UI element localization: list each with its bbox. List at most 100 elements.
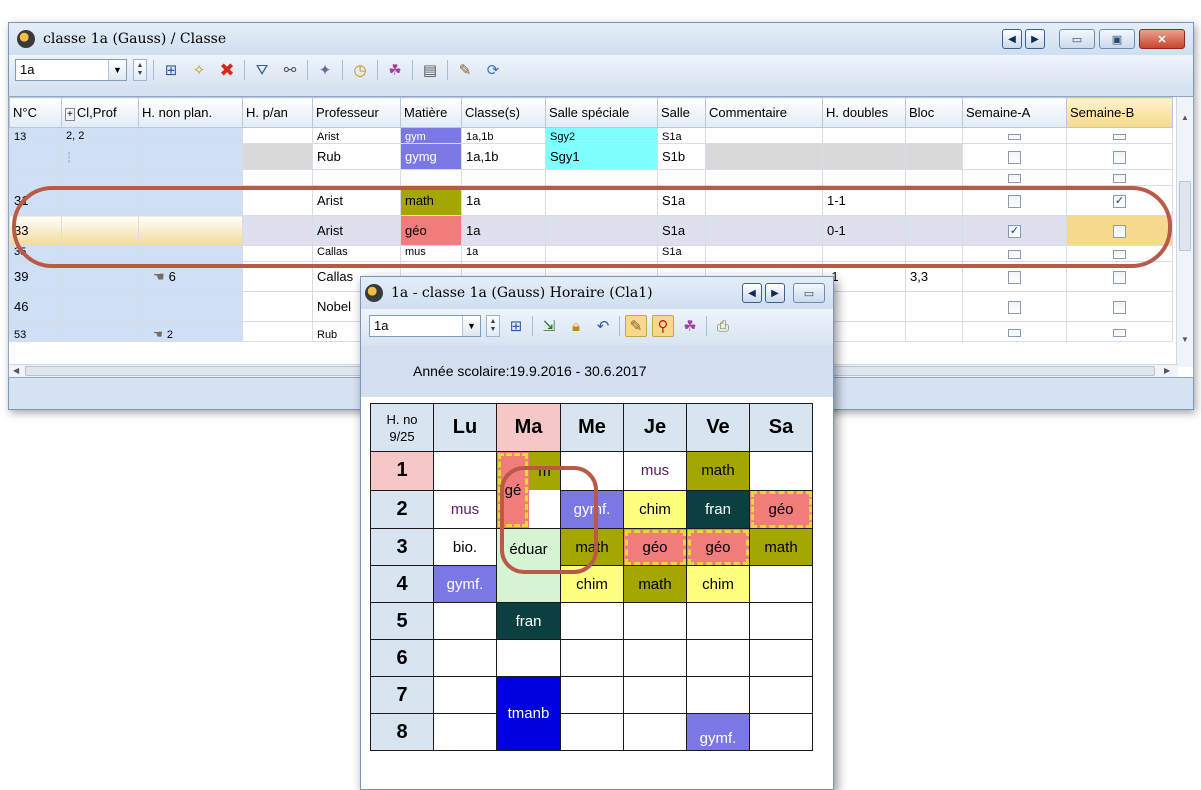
scroll-left-icon[interactable]: ◀ (13, 366, 19, 375)
lesson-math-week-b[interactable]: m (529, 452, 560, 490)
minimize-button[interactable]: ▭ (1059, 29, 1095, 49)
class-spinner[interactable]: ▲ ▼ (133, 59, 147, 81)
lesson-cell-empty[interactable] (433, 639, 497, 677)
palette-icon[interactable]: ✎ (625, 315, 647, 337)
cell-semaine-b[interactable] (1066, 261, 1173, 292)
cell-semaine-b[interactable] (1066, 321, 1173, 342)
chevron-down-icon[interactable]: ▼ (108, 60, 126, 80)
cell-semaine-a[interactable]: ✓ (962, 215, 1067, 246)
semaine-b-checkbox[interactable] (1113, 250, 1126, 260)
lesson-cell-empty[interactable] (560, 676, 624, 714)
lesson-cell[interactable]: gymf. (560, 489, 624, 529)
semaine-b-checkbox-checked[interactable]: ✓ (1113, 195, 1126, 209)
cell-semaine-b[interactable] (1066, 215, 1173, 246)
col-header-professeur[interactable]: Professeur (312, 97, 401, 128)
lock-icon[interactable]: 🔒︎ (565, 315, 587, 337)
lesson-cell-empty[interactable] (749, 676, 813, 714)
lesson-cell[interactable]: math (560, 528, 624, 566)
col-header-cl-prof[interactable]: + Cl,Prof (61, 97, 139, 128)
lesson-cell[interactable]: math (686, 451, 750, 491)
col-header-salle-speciale[interactable]: Salle spéciale (545, 97, 658, 128)
print-icon[interactable]: ⎙ (712, 315, 734, 337)
grid-add-icon[interactable]: ⊞ (160, 59, 182, 81)
semaine-b-checkbox[interactable] (1113, 225, 1126, 239)
cell-semaine-b[interactable] (1066, 245, 1173, 262)
magnifier-icon[interactable]: ⚲ (652, 315, 674, 337)
semaine-b-checkbox[interactable] (1113, 133, 1126, 140)
lesson-geo-week-a[interactable]: gé (497, 452, 529, 528)
lesson-cell-empty[interactable] (749, 565, 813, 603)
semaine-a-checkbox[interactable] (1008, 195, 1021, 209)
lesson-cell[interactable]: mus (623, 451, 687, 491)
prev-record-button[interactable]: ◀ (742, 283, 762, 303)
lesson-cell-empty[interactable] (749, 639, 813, 677)
expand-icon[interactable]: + (65, 108, 75, 121)
magic-wand-icon[interactable]: ✦ (314, 59, 336, 81)
semaine-b-checkbox[interactable] (1113, 301, 1126, 315)
scroll-down-icon[interactable]: ▼ (1181, 335, 1189, 344)
lesson-cell[interactable]: éduar (496, 528, 561, 603)
lesson-cell-empty[interactable] (433, 451, 497, 491)
refresh-icon[interactable]: ⟳ (482, 59, 504, 81)
table-row[interactable] (9, 169, 1173, 186)
cell-semaine-b[interactable]: ✓ (1066, 185, 1173, 216)
timetable-class-spinner[interactable]: ▲ ▼ (486, 315, 500, 337)
lesson-cell-empty[interactable] (496, 639, 561, 677)
cell-semaine-a[interactable] (962, 321, 1067, 342)
cell-semaine-b[interactable] (1066, 291, 1173, 322)
semaine-a-checkbox[interactable] (1008, 271, 1021, 285)
semaine-a-checkbox-checked[interactable]: ✓ (1008, 225, 1021, 239)
lesson-cell-empty[interactable] (560, 639, 624, 677)
lesson-cell[interactable]: fran (496, 602, 561, 640)
cell-semaine-a[interactable] (962, 169, 1067, 186)
lesson-cell-empty[interactable] (623, 602, 687, 640)
lesson-cell[interactable]: géo (623, 528, 687, 566)
lesson-cell-empty[interactable] (686, 676, 750, 714)
col-header-bloc[interactable]: Bloc (905, 97, 963, 128)
cell-semaine-b[interactable] (1066, 169, 1173, 186)
link-icon[interactable]: ⚯ (279, 59, 301, 81)
lesson-cell[interactable]: fran (686, 489, 750, 529)
semaine-a-checkbox[interactable] (1008, 301, 1021, 315)
minimize-button[interactable]: ▭ (793, 283, 825, 303)
col-header-semaine-b[interactable]: Semaine-B (1066, 97, 1173, 128)
timetable-class-selector[interactable]: 1a ▼ (369, 315, 481, 337)
lesson-cell[interactable]: math (623, 565, 687, 603)
cell-semaine-a[interactable] (962, 245, 1067, 262)
lesson-cell[interactable]: chim (560, 565, 624, 603)
semaine-b-checkbox[interactable] (1113, 174, 1126, 184)
close-button[interactable]: ✕ (1139, 29, 1185, 49)
lesson-cell-empty[interactable] (749, 713, 813, 751)
cell-semaine-b[interactable] (1066, 127, 1173, 144)
lesson-cell-empty[interactable] (560, 451, 624, 491)
lesson-cell[interactable]: géo (686, 528, 750, 566)
vertical-scroll-thumb[interactable] (1179, 181, 1191, 251)
filter-icon[interactable]: ⛛ (251, 59, 273, 81)
delete-icon[interactable]: ✖ (216, 59, 238, 81)
lesson-cell[interactable]: gymf. (433, 565, 497, 603)
lesson-cell[interactable]: géo (749, 489, 813, 529)
class-selector[interactable]: 1a ▼ (15, 59, 127, 81)
semaine-a-checkbox[interactable] (1008, 151, 1021, 165)
col-header-salle[interactable]: Salle (657, 97, 706, 128)
col-header-commentaire[interactable]: Commentaire (705, 97, 823, 128)
scroll-right-icon[interactable]: ▶ (1164, 366, 1170, 375)
prev-record-button[interactable]: ◀ (1002, 29, 1022, 49)
lesson-cell-empty[interactable] (560, 602, 624, 640)
table-row[interactable]: 35 Callas mus 1a S1a (9, 245, 1173, 262)
semaine-a-checkbox[interactable] (1008, 328, 1021, 337)
lesson-cell[interactable]: chim (623, 489, 687, 529)
cell-semaine-b[interactable] (1066, 143, 1173, 170)
col-header-no[interactable]: N°C (9, 97, 62, 128)
cell-semaine-a[interactable] (962, 185, 1067, 216)
col-header-matiere[interactable]: Matière (400, 97, 462, 128)
lesson-cell[interactable]: chim (686, 565, 750, 603)
grid-add-icon[interactable]: ⊞ (505, 315, 527, 337)
lesson-cell-empty[interactable] (560, 713, 624, 751)
lesson-cell[interactable]: gymf. (686, 713, 750, 751)
table-row-selected[interactable]: 33 Arist géo 1a S1a 0-1 ✓ (9, 215, 1173, 246)
semaine-b-checkbox[interactable] (1113, 271, 1126, 285)
table-row[interactable]: 31 Arist math 1a S1a 1-1 ✓ (9, 185, 1173, 216)
monitor-icon[interactable]: ▤ (419, 59, 441, 81)
table-row[interactable]: ┆ Rub gymg 1a,1b Sgy1 S1b (9, 143, 1173, 170)
